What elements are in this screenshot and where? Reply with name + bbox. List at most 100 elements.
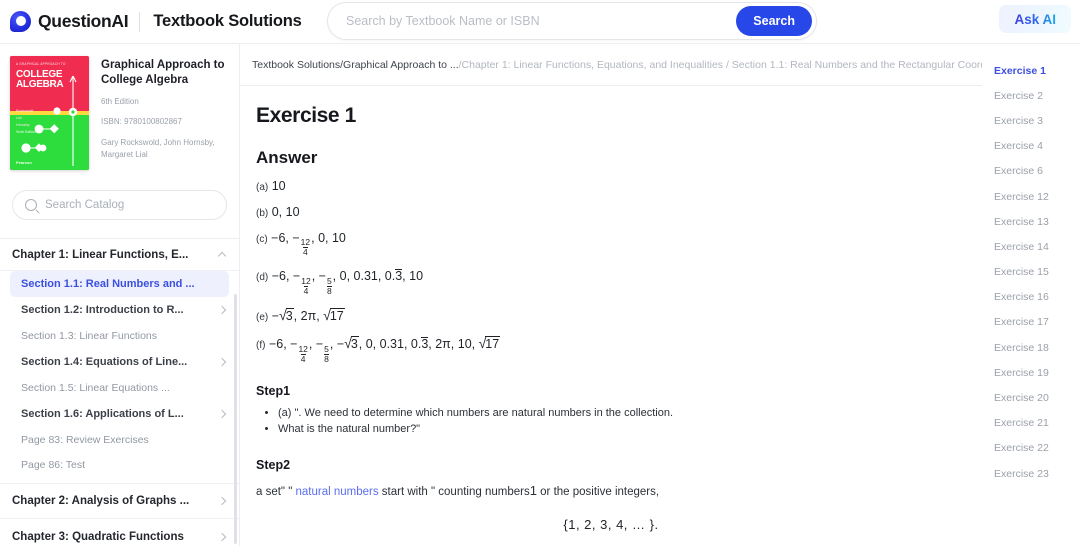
sidebar-item-test[interactable]: Page 86: Test bbox=[0, 452, 239, 477]
exercise-list-rail: Exercise 1 Exercise 2 Exercise 3 Exercis… bbox=[982, 44, 1080, 546]
chapter-nav: Chapter 1: Linear Functions, E... Sectio… bbox=[0, 238, 239, 546]
sidebar-item-label: Section 1.4: Equations of Line... bbox=[21, 356, 188, 368]
breadcrumb: Textbook Solutions/Graphical Approach to… bbox=[240, 44, 982, 86]
sidebar-item-label: Section 1.2: Introduction to R... bbox=[21, 304, 184, 316]
sidebar-item-section-1-6[interactable]: Section 1.6: Applications of L... bbox=[0, 401, 239, 427]
sidebar-item-section-1-1[interactable]: Section 1.1: Real Numbers and ... bbox=[10, 271, 229, 297]
left-sidebar: A GRAPHICAL APPROACH TO COLLEGE ALGEBRA … bbox=[0, 44, 240, 546]
book-title: Graphical Approach to College Algebra bbox=[101, 59, 225, 87]
answer-line-b: (b) 0, 10 bbox=[256, 204, 966, 220]
exercise-link-12[interactable]: Exercise 12 bbox=[982, 184, 1080, 209]
exercise-link-3[interactable]: Exercise 3 bbox=[982, 108, 1080, 133]
search-button[interactable]: Search bbox=[736, 6, 812, 36]
answer-heading: Answer bbox=[256, 148, 318, 167]
sidebar-item-label: Section 1.3: Linear Functions bbox=[21, 330, 157, 342]
answer-line-e: (e) −√3, 2π, √17 bbox=[256, 308, 966, 324]
book-info-panel: A GRAPHICAL APPROACH TO COLLEGE ALGEBRA … bbox=[0, 44, 239, 176]
chevron-right-icon bbox=[217, 532, 227, 541]
sidebar-scrollbar[interactable] bbox=[234, 294, 237, 544]
cover-edition: Sixth Edition bbox=[16, 129, 36, 134]
cover-kicker: A GRAPHICAL APPROACH TO bbox=[16, 62, 66, 66]
step2-text-after: start with " counting numbers bbox=[378, 485, 530, 498]
cover-authors: Rockswold Lial Hornsby bbox=[16, 109, 34, 127]
ask-ai-button[interactable]: Ask AI bbox=[999, 5, 1071, 33]
exercise-link-2[interactable]: Exercise 2 bbox=[982, 83, 1080, 108]
sidebar-item-chapter-2[interactable]: Chapter 2: Analysis of Graphs ... bbox=[0, 483, 239, 519]
exercise-link-14[interactable]: Exercise 14 bbox=[982, 234, 1080, 259]
sidebar-item-label: Chapter 1: Linear Functions, E... bbox=[12, 248, 189, 261]
breadcrumb-primary[interactable]: Textbook Solutions/Graphical Approach to… bbox=[252, 59, 459, 71]
answer-value: 0, 10 bbox=[271, 204, 300, 219]
exercise-link-19[interactable]: Exercise 19 bbox=[982, 360, 1080, 385]
exercise-link-20[interactable]: Exercise 20 bbox=[982, 385, 1080, 410]
step2-number: 1 bbox=[529, 482, 537, 498]
chevron-right-icon bbox=[217, 357, 227, 367]
search-input[interactable] bbox=[328, 14, 737, 28]
exercise-link-23[interactable]: Exercise 23 bbox=[982, 461, 1080, 486]
exercise-link-13[interactable]: Exercise 13 bbox=[982, 209, 1080, 234]
header-divider bbox=[139, 11, 141, 32]
brand-logo[interactable]: QuestionAI bbox=[0, 11, 129, 32]
sidebar-item-section-1-4[interactable]: Section 1.4: Equations of Line... bbox=[0, 349, 239, 375]
exercise-link-21[interactable]: Exercise 21 bbox=[982, 411, 1080, 436]
sidebar-item-label: Chapter 2: Analysis of Graphs ... bbox=[12, 495, 190, 507]
sidebar-item-section-1-5[interactable]: Section 1.5: Linear Equations ... bbox=[0, 375, 239, 401]
sidebar-item-label: Page 83: Review Exercises bbox=[21, 433, 149, 446]
sidebar-item-review-exercises[interactable]: Page 83: Review Exercises bbox=[0, 427, 239, 452]
sidebar-item-label: Section 1.1: Real Numbers and ... bbox=[21, 278, 195, 290]
answer-tag: (f) bbox=[256, 340, 266, 352]
answer-tag: (d) bbox=[256, 272, 269, 284]
answer-tag: (a) bbox=[256, 182, 269, 193]
step2-text-before: a set" " bbox=[256, 485, 296, 498]
sidebar-item-section-1-3[interactable]: Section 1.3: Linear Functions bbox=[0, 323, 239, 349]
brand-name: QuestionAI bbox=[38, 11, 129, 31]
book-authors: Gary Rockswold, John Hornsby, Margaret L… bbox=[101, 137, 215, 159]
exercise-link-18[interactable]: Exercise 18 bbox=[982, 335, 1080, 360]
step2-formula: {1, 2, 3, 4, … }. bbox=[563, 516, 659, 532]
answer-tag: (e) bbox=[256, 312, 269, 324]
page-title: Exercise 1 bbox=[256, 104, 356, 127]
sidebar-item-chapter-3[interactable]: Chapter 3: Quadratic Functions bbox=[0, 519, 239, 546]
book-metadata: Graphical Approach to College Algebra 6t… bbox=[101, 56, 229, 170]
sidebar-item-label: Section 1.6: Applications of L... bbox=[21, 408, 184, 420]
answer-line-d: (d) −6, −12 4, −5 8, 0, 0.31, 0.3, 10 bbox=[256, 269, 966, 296]
questionai-logo-icon bbox=[10, 11, 31, 32]
sidebar-item-section-1-2[interactable]: Section 1.2: Introduction to R... bbox=[0, 297, 239, 323]
catalog-search-input[interactable] bbox=[45, 199, 214, 211]
section-title: Textbook Solutions bbox=[153, 12, 302, 30]
chevron-up-icon bbox=[217, 251, 227, 261]
answer-tag: (c) bbox=[256, 233, 268, 245]
book-isbn: ISBN: 9780100802867 bbox=[101, 117, 182, 127]
sidebar-item-label: Page 86: Test bbox=[21, 458, 86, 471]
cover-publisher: Pearson bbox=[16, 160, 32, 165]
cover-title: COLLEGE ALGEBRA bbox=[16, 69, 64, 91]
textbook-search-bar: Search bbox=[327, 2, 817, 40]
chevron-right-icon bbox=[217, 409, 227, 419]
answer-line-f: (f) −6, −12 4, −5 8, −√3, 0, 0.31, 0.3, 2π… bbox=[256, 335, 966, 364]
book-cover-image: A GRAPHICAL APPROACH TO COLLEGE ALGEBRA … bbox=[10, 56, 89, 170]
answer-value: 10 bbox=[271, 179, 286, 193]
page-body: A GRAPHICAL APPROACH TO COLLEGE ALGEBRA … bbox=[0, 44, 1080, 546]
answer-line-a: (a) 10 bbox=[256, 179, 966, 194]
step1-heading: Step1 bbox=[256, 383, 291, 398]
chevron-right-icon bbox=[217, 496, 227, 506]
exercise-link-4[interactable]: Exercise 4 bbox=[982, 134, 1080, 159]
solution-body: Exercise 1 Answer (a) 10 (b) 0, 10 (c) −… bbox=[240, 86, 982, 546]
answer-tag: (b) bbox=[256, 207, 269, 219]
exercise-link-22[interactable]: Exercise 22 bbox=[982, 436, 1080, 461]
exercise-link-6[interactable]: Exercise 6 bbox=[982, 159, 1080, 184]
exercise-link-1[interactable]: Exercise 1 bbox=[982, 58, 1080, 83]
cover-title-line2: ALGEBRA bbox=[16, 79, 64, 91]
search-icon bbox=[25, 199, 37, 211]
exercise-link-17[interactable]: Exercise 17 bbox=[982, 310, 1080, 335]
natural-numbers-link[interactable]: natural numbers bbox=[296, 486, 379, 498]
exercise-link-15[interactable]: Exercise 15 bbox=[982, 260, 1080, 285]
sidebar-item-chapter-1[interactable]: Chapter 1: Linear Functions, E... bbox=[0, 239, 239, 271]
app-header: QuestionAI Textbook Solutions Search Ask… bbox=[0, 0, 1080, 44]
step1-bullet-1: (a) ". We need to determine which number… bbox=[278, 405, 966, 422]
chevron-right-icon bbox=[217, 305, 227, 315]
main-content: Textbook Solutions/Graphical Approach to… bbox=[240, 44, 982, 546]
step2-text-end: or the positive integers, bbox=[536, 485, 660, 498]
sidebar-item-label: Chapter 3: Quadratic Functions bbox=[12, 530, 184, 543]
exercise-link-16[interactable]: Exercise 16 bbox=[982, 285, 1080, 310]
